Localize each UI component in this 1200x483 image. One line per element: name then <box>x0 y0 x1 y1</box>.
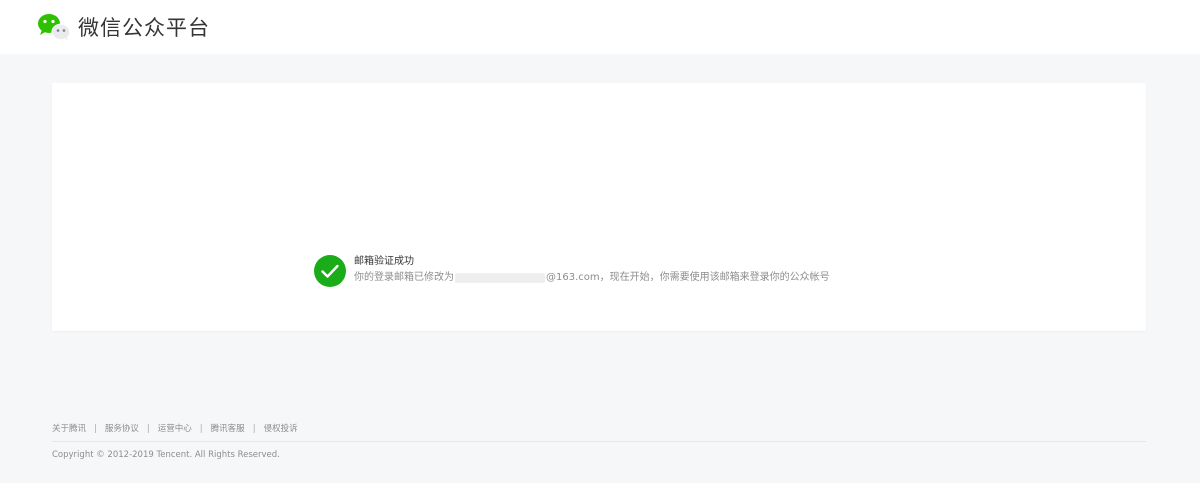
message-desc-prefix: 你的登录邮箱已修改为 <box>354 272 454 283</box>
footer-link-infringement[interactable]: 侵权投诉 <box>264 424 298 434</box>
wechat-logo-icon <box>38 14 71 41</box>
message-desc-suffix: @163.com，现在开始，你需要使用该邮箱来登录你的公众帐号 <box>546 272 830 283</box>
copyright: Copyright © 2012-2019 Tencent. All Right… <box>52 450 280 460</box>
redacted-email <box>455 273 545 283</box>
footer-separator: | <box>146 424 150 434</box>
success-message: 邮箱验证成功 你的登录邮箱已修改为 @163.com，现在开始，你需要使用该邮箱来… <box>314 255 874 291</box>
top-header: 微信公众平台 <box>0 0 1200 54</box>
logo[interactable]: 微信公众平台 <box>36 10 210 44</box>
message-title: 邮箱验证成功 <box>354 256 414 267</box>
footer-links: 关于腾讯 | 服务协议 | 运营中心 | 腾讯客服 | 侵权投诉 <box>52 423 298 435</box>
footer-separator: | <box>252 424 256 434</box>
footer-link-about[interactable]: 关于腾讯 <box>52 424 86 434</box>
footer-separator: | <box>94 424 97 434</box>
site-title: 微信公众平台 <box>78 16 210 40</box>
footer-link-agreement[interactable]: 服务协议 <box>105 424 139 434</box>
result-card: 邮箱验证成功 你的登录邮箱已修改为 @163.com，现在开始，你需要使用该邮箱来… <box>52 83 1146 331</box>
footer-link-operations[interactable]: 运营中心 <box>158 424 192 434</box>
footer-divider <box>52 441 1146 442</box>
footer-separator: | <box>199 424 203 434</box>
check-circle-icon <box>314 255 346 287</box>
message-description: 你的登录邮箱已修改为 @163.com，现在开始，你需要使用该邮箱来登录你的公众帐… <box>354 272 830 284</box>
footer-link-support[interactable]: 腾讯客服 <box>211 424 245 434</box>
